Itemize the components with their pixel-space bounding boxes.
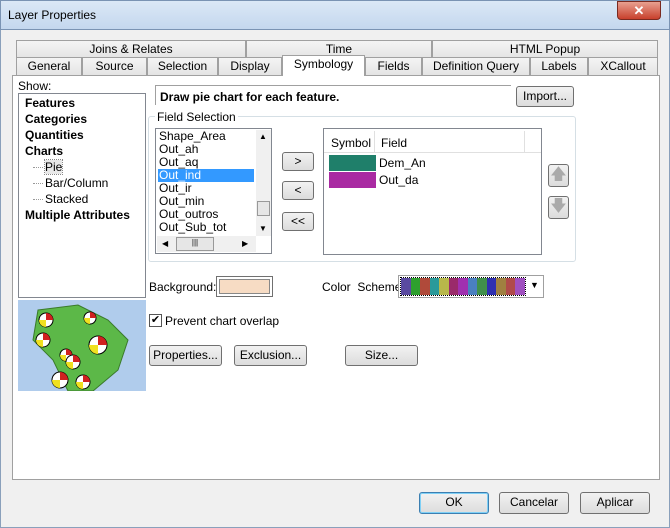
close-button[interactable]: ✕: [617, 1, 661, 20]
table-header: Symbol Field: [324, 131, 541, 153]
tab-selection[interactable]: Selection: [147, 57, 218, 75]
tab-html-popup[interactable]: HTML Popup: [432, 40, 658, 58]
tree-connector: [33, 199, 43, 200]
prevent-overlap-label: Prevent chart overlap: [165, 314, 280, 328]
apply-button[interactable]: Aplicar: [580, 492, 650, 514]
available-fields-list[interactable]: Shape_Area Out_ah Out_aq Out_ind Out_ir Out_m…: [155, 128, 272, 254]
ok-button[interactable]: OK: [419, 492, 489, 514]
cancel-button[interactable]: Cancelar: [499, 492, 569, 514]
color-ramp-swatch: [477, 278, 487, 295]
remove-field-button[interactable]: <: [282, 181, 314, 200]
tree-item-pie[interactable]: Pie: [43, 159, 64, 175]
pie-chart-symbol: [38, 312, 54, 328]
color-ramp-swatch: [515, 278, 525, 295]
column-header-symbol[interactable]: Symbol: [324, 131, 375, 153]
size-button[interactable]: Size...: [345, 345, 418, 366]
title-bar: [0, 0, 670, 30]
color-ramp-swatch: [467, 278, 478, 295]
pie-chart-symbol: [35, 332, 51, 348]
color-ramp-swatch: [401, 278, 411, 295]
show-label: Show:: [18, 79, 52, 93]
scroll-down-icon[interactable]: ▼: [259, 224, 267, 233]
scroll-up-icon[interactable]: ▲: [259, 132, 267, 141]
color-ramp-swatch: [458, 278, 468, 295]
tree-item-stacked[interactable]: Stacked: [45, 192, 88, 206]
background-label: Background:: [149, 280, 217, 294]
properties-button[interactable]: Properties...: [149, 345, 222, 366]
pie-chart-symbol: [83, 311, 97, 325]
hscroll-thumb[interactable]: |||: [176, 237, 214, 251]
prevent-overlap-checkbox[interactable]: ✔: [149, 314, 162, 327]
tab-joins-relates[interactable]: Joins & Relates: [16, 40, 246, 58]
background-color-button[interactable]: [216, 276, 273, 297]
show-tree: Features Categories Quantities Charts Pie Bar…: [18, 93, 146, 298]
scroll-right-icon[interactable]: ▶: [242, 239, 248, 248]
pie-chart-symbol: [75, 374, 91, 390]
color-ramp-swatch: [505, 278, 516, 295]
available-field-item[interactable]: Out_Sub_tot: [158, 221, 254, 234]
field-name: Dem_An: [379, 156, 426, 170]
arrow-up-icon: 🡅: [550, 166, 567, 183]
tab-general[interactable]: General: [16, 57, 82, 75]
field-row[interactable]: Out_da: [329, 172, 529, 188]
tab-symbology[interactable]: Symbology: [282, 55, 365, 76]
tree-item-quantities[interactable]: Quantities: [25, 128, 84, 142]
tree-item-features[interactable]: Features: [25, 96, 75, 110]
vertical-scrollbar[interactable]: ▲ ▼: [256, 130, 271, 236]
color-ramp-swatch: [486, 278, 497, 295]
color-ramp-swatch: [410, 278, 421, 295]
tab-labels[interactable]: Labels: [530, 57, 588, 75]
color-ramp-swatch: [496, 278, 506, 295]
pie-chart-symbol: [65, 354, 81, 370]
chart-preview-image: [18, 300, 146, 391]
remove-all-fields-button[interactable]: <<: [282, 212, 314, 231]
tab-source[interactable]: Source: [82, 57, 147, 75]
exclusion-button[interactable]: Exclusion...: [234, 345, 307, 366]
tab-fields[interactable]: Fields: [365, 57, 422, 75]
scroll-left-icon[interactable]: ◀: [162, 239, 168, 248]
tree-item-multiple-attributes[interactable]: Multiple Attributes: [25, 208, 130, 222]
tab-xcallout[interactable]: XCallout: [588, 57, 658, 75]
tree-connector: [33, 167, 43, 168]
color-ramp-swatch: [439, 278, 449, 295]
arrow-down-icon: 🡇: [550, 198, 567, 215]
horizontal-scrollbar[interactable]: ◀ ||| ▶: [157, 236, 256, 252]
chevron-down-icon: ▼: [530, 280, 539, 290]
field-selection-label: Field Selection: [155, 110, 238, 124]
color-ramp-swatch: [448, 278, 459, 295]
column-header-field[interactable]: Field: [375, 131, 525, 153]
tree-item-categories[interactable]: Categories: [25, 112, 87, 126]
symbol-swatch[interactable]: [329, 155, 376, 171]
color-scheme-label: Color Scheme:: [322, 280, 405, 294]
tab-definition-query[interactable]: Definition Query: [422, 57, 530, 75]
move-up-button[interactable]: 🡅: [548, 164, 569, 187]
color-scheme-dropdown[interactable]: ▼: [398, 275, 544, 298]
tree-connector: [33, 183, 43, 184]
tab-display[interactable]: Display: [218, 57, 282, 75]
field-name: Out_da: [379, 173, 419, 187]
pie-chart-symbol: [51, 371, 69, 389]
pie-chart-symbol: [88, 335, 108, 355]
color-ramp-swatch: [420, 278, 430, 295]
field-row[interactable]: Dem_An: [329, 155, 529, 171]
symbol-swatch[interactable]: [329, 172, 376, 188]
color-ramp-swatch: [429, 278, 440, 295]
window-title: Layer Properties: [8, 8, 97, 22]
move-down-button[interactable]: 🡇: [548, 196, 569, 219]
tree-item-charts[interactable]: Charts: [25, 144, 63, 158]
tree-item-bar-column[interactable]: Bar/Column: [45, 176, 108, 190]
selected-fields-table[interactable]: Symbol Field Dem_An Out_da: [323, 128, 542, 255]
import-button[interactable]: Import...: [516, 86, 574, 107]
add-field-button[interactable]: >: [282, 152, 314, 171]
scroll-thumb[interactable]: [257, 201, 270, 216]
description-text: Draw pie chart for each feature.: [155, 85, 511, 105]
